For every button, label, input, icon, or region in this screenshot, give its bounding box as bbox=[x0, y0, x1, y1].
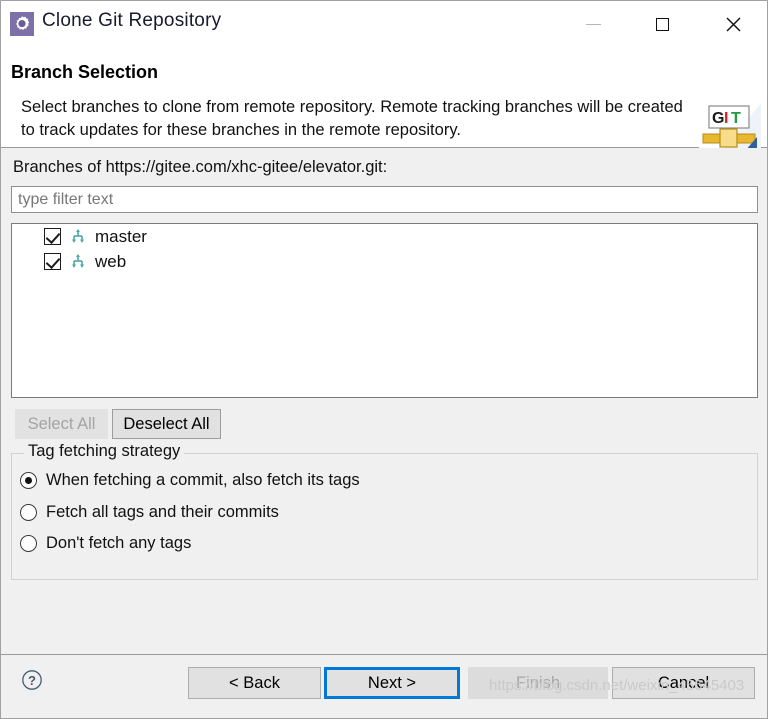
back-button[interactable]: < Back bbox=[188, 667, 321, 699]
radio-label: Fetch all tags and their commits bbox=[46, 503, 279, 521]
tag-fetching-strategy-group: Tag fetching strategy When fetching a co… bbox=[11, 442, 758, 580]
list-item[interactable]: web bbox=[12, 249, 757, 274]
page-description: Select branches to clone from remote rep… bbox=[21, 98, 683, 139]
branch-icon bbox=[69, 228, 87, 246]
branch-checkbox[interactable] bbox=[44, 228, 61, 245]
radio-option-fetch-commit-tags[interactable]: When fetching a commit, also fetch its t… bbox=[20, 471, 360, 490]
title-bar: Clone Git Repository bbox=[1, 1, 767, 49]
branch-list[interactable]: master web bbox=[11, 223, 758, 398]
dialog-header: Branch Selection Select branches to clon… bbox=[1, 49, 767, 159]
deselect-all-button[interactable]: Deselect All bbox=[112, 409, 221, 439]
list-item[interactable]: master bbox=[12, 224, 757, 249]
gear-icon bbox=[10, 12, 34, 36]
branch-checkbox[interactable] bbox=[44, 253, 61, 270]
svg-text:G: G bbox=[712, 110, 724, 127]
radio-option-no-tags[interactable]: Don't fetch any tags bbox=[20, 534, 191, 553]
minimize-icon[interactable] bbox=[570, 7, 616, 41]
branch-name: master bbox=[95, 226, 147, 246]
branch-name: web bbox=[95, 251, 127, 271]
window-title: Clone Git Repository bbox=[42, 10, 222, 31]
filter-input[interactable] bbox=[11, 186, 758, 213]
radio-option-fetch-all-tags[interactable]: Fetch all tags and their commits bbox=[20, 503, 279, 522]
help-icon[interactable]: ? bbox=[21, 669, 43, 691]
radio-label: When fetching a commit, also fetch its t… bbox=[46, 471, 360, 489]
radio-label: Don't fetch any tags bbox=[46, 534, 192, 552]
radio-button[interactable] bbox=[20, 535, 37, 552]
cancel-button[interactable]: Cancel bbox=[612, 667, 755, 699]
branch-icon bbox=[69, 253, 87, 271]
branches-label: Branches of https://gitee.com/xhc-gitee/… bbox=[13, 158, 388, 176]
page-title: Branch Selection bbox=[11, 62, 159, 82]
close-icon[interactable] bbox=[710, 7, 756, 41]
group-legend: Tag fetching strategy bbox=[24, 442, 185, 461]
radio-button[interactable] bbox=[20, 504, 37, 521]
svg-text:?: ? bbox=[28, 673, 36, 688]
clone-git-repository-dialog: Clone Git Repository Branch Selection Se… bbox=[0, 0, 768, 719]
maximize-icon[interactable] bbox=[639, 7, 685, 41]
svg-text:I: I bbox=[724, 110, 728, 127]
select-all-button[interactable]: Select All bbox=[15, 409, 108, 439]
next-button[interactable]: Next > bbox=[324, 667, 460, 699]
finish-button[interactable]: Finish bbox=[468, 667, 608, 699]
radio-button[interactable] bbox=[20, 472, 37, 489]
svg-text:T: T bbox=[731, 110, 741, 127]
dialog-body: Branches of https://gitee.com/xhc-gitee/… bbox=[1, 148, 767, 654]
